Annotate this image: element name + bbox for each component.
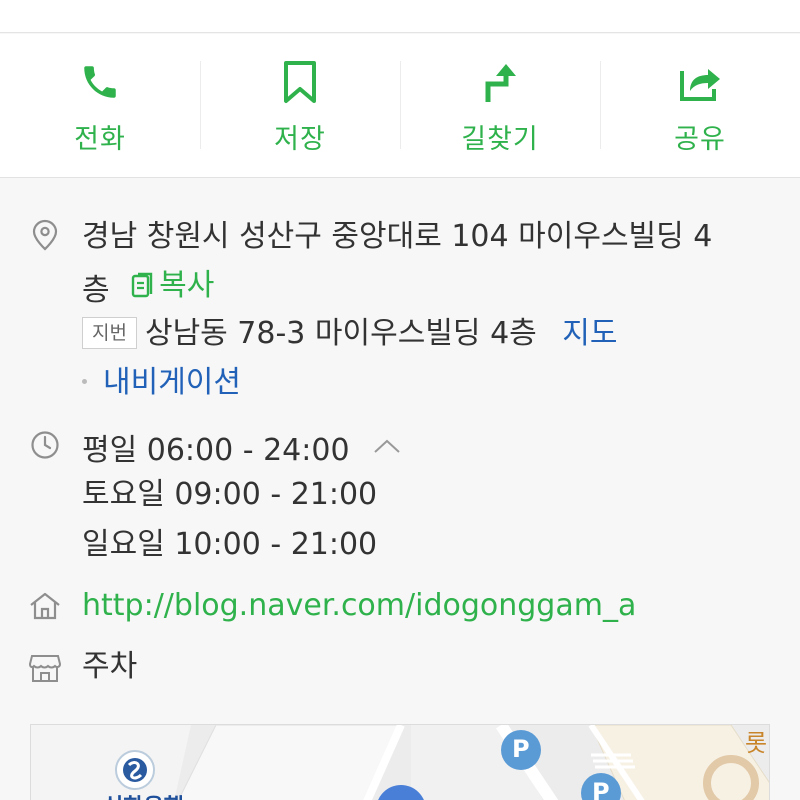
map-link[interactable]: 지도 xyxy=(562,316,617,351)
store-icon xyxy=(29,652,61,684)
share-button[interactable]: 공유 xyxy=(600,34,800,178)
clock-icon xyxy=(29,429,61,461)
top-bar xyxy=(0,0,800,33)
save-button[interactable]: 저장 xyxy=(200,34,400,178)
call-button[interactable]: 전화 xyxy=(0,34,200,178)
directions-label: 길찾기 xyxy=(461,124,539,155)
facility-parking: 주차 xyxy=(82,649,138,684)
jibun-address-row: 지번 상남동 78-3 마이우스빌딩 4층 지도 xyxy=(82,314,618,354)
parking-marker-1[interactable]: P xyxy=(512,735,530,763)
share-icon xyxy=(678,60,722,104)
phone-icon xyxy=(78,60,122,104)
map-preview[interactable]: P P 롯 신한은행 xyxy=(30,724,770,800)
home-icon xyxy=(29,590,61,622)
jibun-badge: 지번 xyxy=(82,317,137,349)
hours-sunday: 일요일 10:00 - 21:00 xyxy=(82,527,378,562)
navigation-row: 내비게이션 xyxy=(82,363,241,403)
chevron-up-icon[interactable] xyxy=(373,425,401,465)
bookmark-icon xyxy=(278,60,322,104)
hours-weekday: 평일 06:00 - 24:00 xyxy=(82,433,350,468)
website-url[interactable]: http://blog.naver.com/idogonggam_a xyxy=(82,588,636,623)
hours-saturday: 토요일 09:00 - 21:00 xyxy=(82,477,378,512)
navigation-link[interactable]: 내비게이션 xyxy=(103,365,241,400)
directions-button[interactable]: 길찾기 xyxy=(400,34,600,178)
website-link: http://blog.naver.com/idogonggam_a xyxy=(82,586,636,626)
directions-icon xyxy=(478,60,522,104)
hours-weekday-row: 평일 06:00 - 24:00 xyxy=(82,425,401,471)
copy-label: 복사 xyxy=(159,268,215,303)
address-line-2: 층 복사 xyxy=(82,266,214,311)
bullet-dot xyxy=(82,379,87,384)
address-line-2-text: 층 xyxy=(82,273,110,308)
parking-marker-2[interactable]: P xyxy=(592,778,610,800)
copy-icon xyxy=(131,272,153,298)
save-label: 저장 xyxy=(274,124,326,155)
map-bank-label: 신한은행 xyxy=(103,789,184,800)
jibun-address: 상남동 78-3 마이우스빌딩 4층 xyxy=(144,316,537,351)
address-line-1: 경남 창원시 성산구 중앙대로 104 마이우스빌딩 4 xyxy=(82,219,713,254)
location-pin-icon xyxy=(29,219,61,251)
share-label: 공유 xyxy=(674,124,726,155)
call-label: 전화 xyxy=(74,124,126,155)
copy-address-button[interactable]: 복사 xyxy=(131,266,214,306)
map-poi-label: 롯 xyxy=(745,729,768,757)
action-bar: 전화 저장 길찾기 공유 xyxy=(0,34,800,178)
